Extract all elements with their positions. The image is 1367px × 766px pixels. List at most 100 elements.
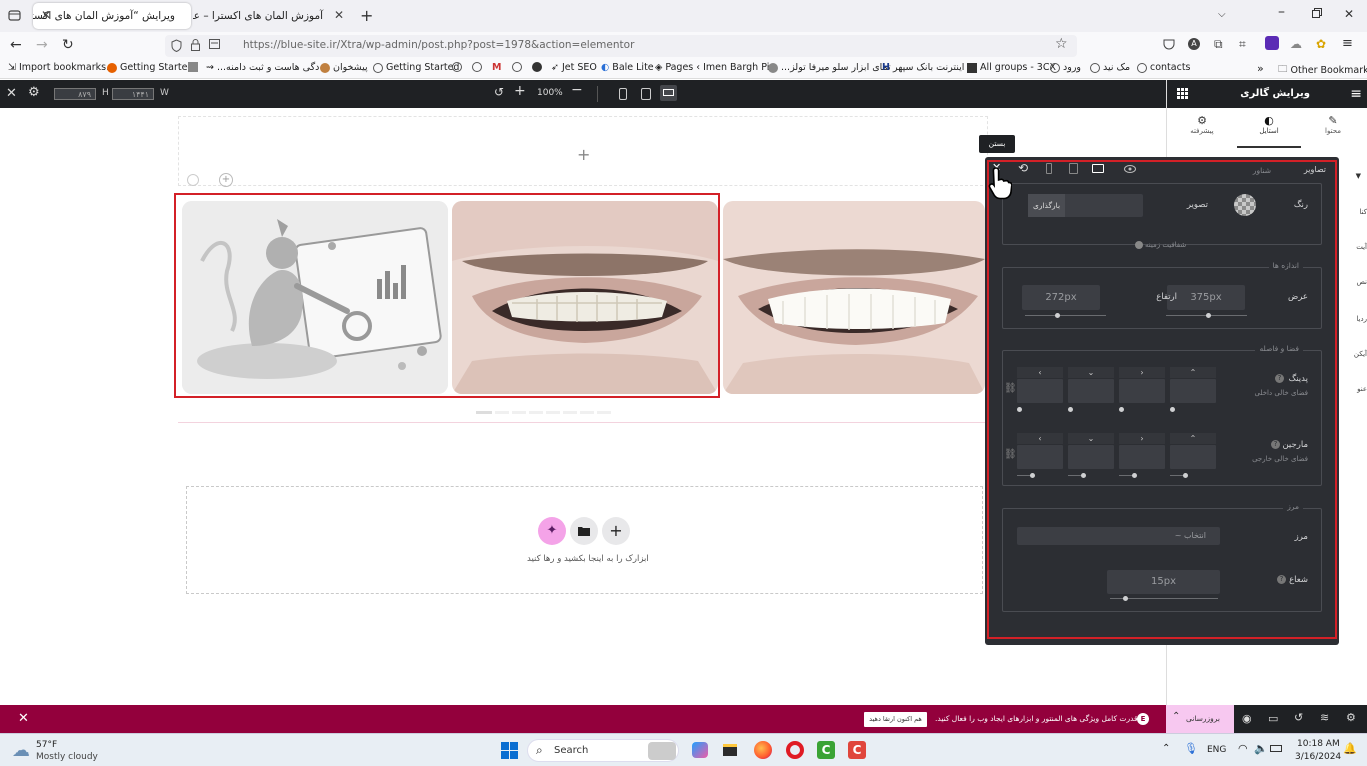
bookmark-item[interactable]	[512, 62, 522, 72]
tab-edit-page[interactable]: ✕ ویرایش “آموزش المان های اکسترا – ع	[33, 3, 191, 29]
gear-icon[interactable]: ⚙	[28, 85, 40, 100]
preview-eye-icon[interactable]: ◉	[1242, 712, 1252, 725]
bookmark-item[interactable]: M	[492, 62, 501, 73]
windows-start-icon[interactable]	[501, 742, 518, 759]
bookmark-item[interactable]: Getting Started	[107, 62, 193, 73]
bookmark-item[interactable]: All groups - 3CX	[967, 62, 1056, 73]
extension-yellow-icon[interactable]: ✿	[1316, 37, 1326, 51]
settings-gear-icon[interactable]: ⚙	[1346, 711, 1356, 724]
bookmark-item[interactable]	[452, 62, 462, 72]
caret-down-icon[interactable]: ▼	[1356, 172, 1361, 180]
account-icon[interactable]: A	[1188, 38, 1200, 50]
close-window-icon[interactable]: ✕	[1344, 7, 1354, 21]
restore-icon[interactable]	[1312, 8, 1322, 18]
upgrade-now-button[interactable]: هم اکنون ارتقا دهید	[864, 712, 927, 727]
add-section-icon[interactable]: +	[577, 145, 590, 164]
extension-purple-icon[interactable]	[1265, 36, 1279, 50]
mobile-view-icon[interactable]	[619, 88, 627, 100]
tab-style[interactable]: ◐ استایل	[1237, 114, 1301, 148]
zoom-out-icon[interactable]: −	[571, 82, 583, 98]
tab-overflow-icon[interactable]: ⌵	[1218, 9, 1226, 20]
extensions-icon[interactable]: ⧉	[1214, 37, 1223, 52]
bookmarks-overflow-icon[interactable]: »	[1257, 62, 1264, 75]
bookmark-item[interactable]: ⇝ ...دگی هاست و ثبت دامنه	[206, 62, 319, 73]
tab-content[interactable]: ✎ محتوا	[1308, 114, 1358, 144]
clock-date[interactable]: 3/16/2024	[1295, 752, 1341, 762]
tablet-view-icon[interactable]	[641, 88, 651, 100]
copilot-icon[interactable]	[692, 742, 708, 758]
desktop-view-icon[interactable]	[660, 85, 677, 101]
clock-time[interactable]: 10:18 AM	[1297, 739, 1340, 749]
other-bookmarks[interactable]: 🗀 Other Bookmarks	[1278, 62, 1367, 78]
taskbar-search[interactable]: ⌕ Search	[527, 739, 679, 762]
lock-icon[interactable]	[191, 39, 200, 51]
notification-bell-icon[interactable]: 🔔	[1343, 742, 1357, 755]
hamburger-icon[interactable]: ≡	[1350, 86, 1362, 102]
tab-preview-page[interactable]: ✕ آموزش المان های اکسترا – علاءالدین	[193, 3, 353, 29]
tray-chevron-icon[interactable]: ⌃	[1162, 743, 1170, 754]
page-info-icon[interactable]	[209, 39, 223, 51]
bookmark-item[interactable]: ...تمای ابزار سلو میرفا تولز	[768, 62, 891, 73]
dismiss-notice-icon[interactable]: ✕	[18, 711, 29, 726]
weather-text[interactable]: Mostly cloudy	[36, 752, 98, 762]
zoom-in-icon[interactable]: +	[514, 83, 526, 99]
crop-icon[interactable]: ⌗	[1239, 37, 1246, 52]
navigator-icon[interactable]: ≋	[1320, 711, 1329, 724]
bookmark-item[interactable]: ◐ Bale Lite	[601, 62, 654, 73]
temperature[interactable]: 57°F	[36, 740, 57, 750]
bookmark-item[interactable]: Getting Started	[373, 62, 459, 73]
volume-icon[interactable]: 🔈	[1254, 742, 1268, 755]
menu-icon[interactable]: ≡	[1342, 36, 1353, 51]
bookmark-item[interactable]	[532, 62, 542, 72]
new-tab-icon[interactable]: +	[360, 6, 373, 25]
bookmark-item[interactable]: ◈ Pages ‹ Imen Bargh Pi...	[655, 62, 778, 73]
back-icon[interactable]: ←	[10, 37, 22, 53]
bookmark-item[interactable]: پیشخوان	[320, 62, 368, 73]
bookmark-item[interactable]	[188, 62, 198, 72]
pocket-icon[interactable]	[1163, 38, 1175, 50]
close-tab-icon[interactable]: ✕	[334, 8, 344, 22]
language-indicator[interactable]: ENG	[1207, 745, 1226, 755]
bookmark-item[interactable]: ➶ Jet SEO	[551, 62, 597, 73]
ai-sparkle-button[interactable]: ✦	[538, 517, 566, 545]
microphone-icon[interactable]: 🎙	[1184, 742, 1198, 755]
upgrade-dropdown[interactable]: ⌃ بروزرسانی	[1166, 705, 1234, 733]
bookmark-item[interactable]: contacts	[1137, 62, 1191, 73]
wifi-icon[interactable]: ◠	[1238, 742, 1248, 755]
close-icon[interactable]: ✕	[6, 86, 17, 101]
firefox-taskbar-icon[interactable]	[754, 741, 772, 759]
template-library-button[interactable]	[570, 517, 598, 545]
opera-icon[interactable]	[786, 741, 804, 759]
close-tab-icon[interactable]: ✕	[41, 8, 51, 22]
reload-icon[interactable]: ↻	[62, 37, 74, 53]
gallery-pagination[interactable]	[476, 411, 626, 414]
address-bar[interactable]: https://blue-site.ir/Xtra/wp-admin/post.…	[165, 35, 1077, 57]
red-app-icon[interactable]: C	[848, 741, 866, 759]
url-text[interactable]: https://blue-site.ir/Xtra/wp-admin/post.…	[243, 39, 634, 51]
reset-zoom-icon[interactable]: ↺	[494, 85, 504, 99]
history-icon[interactable]: ↺	[1294, 711, 1303, 724]
add-widget-button[interactable]: +	[602, 517, 630, 545]
cloud-icon[interactable]: ☁	[1290, 37, 1302, 51]
minimize-icon[interactable]: –	[1278, 4, 1285, 20]
tab-list-icon[interactable]	[8, 9, 21, 22]
bookmark-item[interactable]: H اینترنت بانک سپهر	[882, 62, 964, 73]
bookmark-item[interactable]	[472, 62, 482, 72]
width-input[interactable]: ۱۴۴۱	[112, 88, 154, 100]
bookmark-item[interactable]: مک نید	[1090, 62, 1130, 73]
tab-advanced[interactable]: ⚙ پیشرفته	[1177, 114, 1227, 144]
weather-cloud-icon[interactable]: ☁	[12, 740, 30, 761]
drop-zone[interactable]: ✦ + ابزارک را به اینجا بکشید و رها کنید	[186, 486, 983, 594]
bookmark-item[interactable]: ورود	[1050, 62, 1081, 73]
bookmark-star-icon[interactable]: ☆	[1055, 36, 1068, 52]
shield-icon[interactable]	[171, 39, 182, 52]
gallery-image-smile-2[interactable]	[723, 201, 985, 394]
responsive-icon[interactable]: ▭	[1268, 712, 1278, 725]
bookmark-item[interactable]: ⇲ Import bookmarks...	[8, 62, 115, 73]
file-explorer-icon[interactable]	[723, 744, 737, 756]
battery-icon[interactable]	[1270, 745, 1282, 752]
widgets-grid-icon[interactable]	[1177, 88, 1188, 99]
add-icon[interactable]: +	[219, 173, 233, 187]
height-input[interactable]: ۸۷۹	[54, 88, 96, 100]
green-app-icon[interactable]: C	[817, 741, 835, 759]
